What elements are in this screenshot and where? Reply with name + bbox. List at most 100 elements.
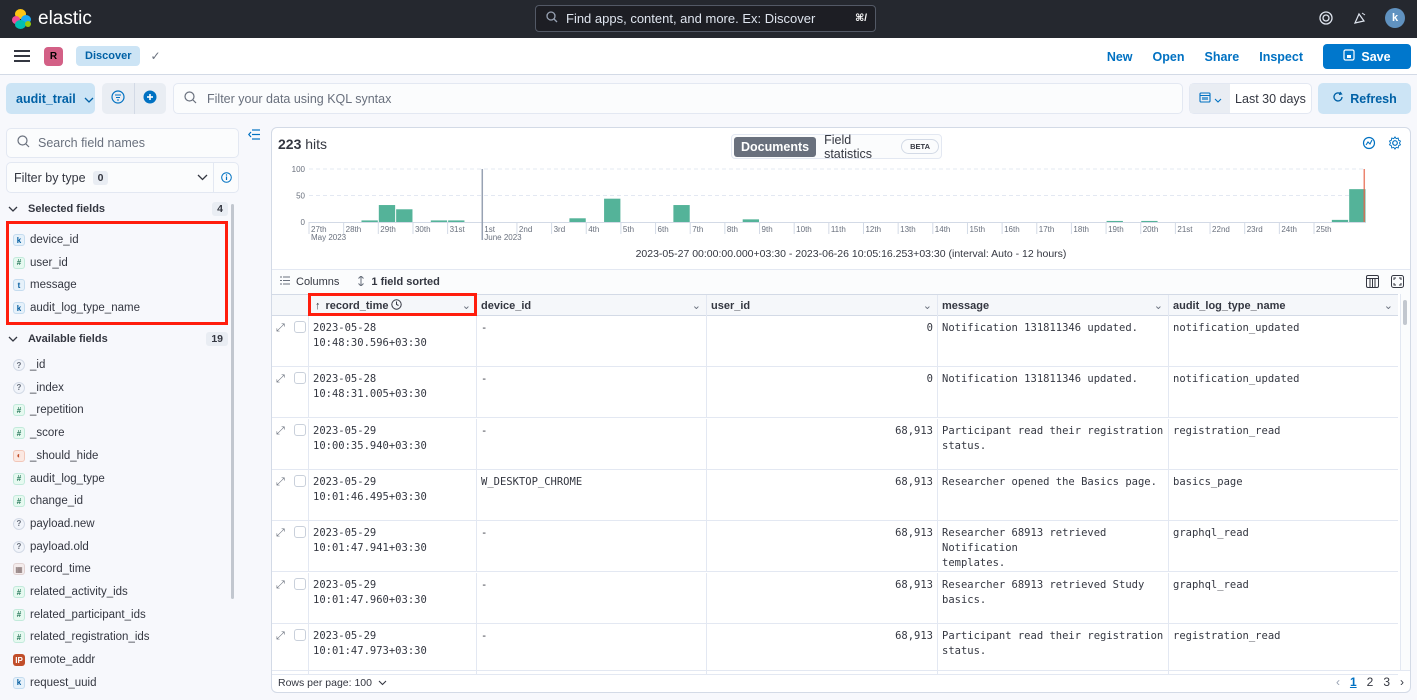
next-page-icon[interactable]: › (1400, 675, 1404, 689)
cell-message[interactable]: Researcher opened the Basics page. (937, 469, 1168, 521)
cell-user-id[interactable]: 68,913 (706, 521, 937, 573)
page-3[interactable]: 3 (1383, 675, 1390, 689)
chevron-down-icon[interactable]: ⌄ (1384, 299, 1393, 312)
row-select-checkbox[interactable] (294, 577, 306, 590)
cell-user-id[interactable]: 68,913 (706, 572, 937, 624)
field-item-change-id[interactable]: # change_id (13, 492, 83, 510)
cell-audit-log-type-name[interactable]: notification_updated (1168, 367, 1398, 419)
global-search-input[interactable]: Find apps, content, and more. Ex: Discov… (535, 5, 876, 32)
cell-user-id[interactable]: 68,913 (706, 418, 937, 470)
new-button[interactable]: New (1107, 50, 1133, 64)
field-item-audit-log-type-name[interactable]: k audit_log_type_name (13, 299, 140, 317)
cell-audit-log-type-name[interactable]: registration_read (1168, 418, 1398, 470)
quick-select-button[interactable] (1190, 84, 1230, 113)
cell-record-time[interactable]: 2023-05-28 10:48:30.596+03:30 (308, 316, 476, 367)
cell-user-id[interactable]: 0 (706, 367, 937, 419)
space-avatar[interactable]: R (44, 46, 63, 66)
cell-message[interactable]: Notification 131811346 updated. (937, 367, 1168, 419)
tab-documents[interactable]: Documents (734, 136, 817, 157)
field-item-related-participant-ids[interactable]: # related_participant_ids (13, 606, 146, 624)
cell-device-id[interactable]: - (476, 572, 706, 624)
chevron-down-icon[interactable]: ⌄ (1154, 299, 1163, 312)
breadcrumb-discover[interactable]: Discover (76, 46, 141, 66)
available-fields-toggle[interactable]: Available fields 19 (8, 332, 228, 346)
refresh-button[interactable]: Refresh (1318, 83, 1411, 114)
page-1[interactable]: 1 (1350, 675, 1357, 689)
cell-device-id[interactable]: - (476, 367, 706, 419)
inspect-button[interactable]: Inspect (1259, 50, 1303, 64)
cell-user-id[interactable]: 68,913 (706, 623, 937, 675)
help-icon[interactable] (1317, 9, 1335, 27)
page-2[interactable]: 2 (1367, 675, 1374, 689)
cell-user-id[interactable]: 0 (706, 316, 937, 367)
cell-audit-log-type-name[interactable]: graphql_read (1168, 572, 1398, 624)
cell-audit-log-type-name[interactable]: registration_read (1168, 623, 1398, 675)
field-item-audit-log-type[interactable]: # audit_log_type (13, 470, 105, 488)
column-header-message[interactable]: message ⌄ (937, 295, 1168, 316)
cell-device-id[interactable]: - (476, 316, 706, 367)
cell-record-time[interactable]: 2023-05-28 10:48:31.005+03:30 (308, 367, 476, 419)
cell-device-id[interactable]: - (476, 623, 706, 675)
cell-device-id[interactable]: - (476, 418, 706, 470)
expand-row-icon[interactable]: ⤢ (276, 476, 285, 489)
expand-row-icon[interactable]: ⤢ (276, 630, 285, 643)
density-icon[interactable] (1366, 275, 1379, 291)
column-header-user-id[interactable]: user_id ⌄ (706, 295, 937, 316)
field-item-repetition[interactable]: # _repetition (13, 401, 84, 419)
add-filter-button[interactable] (133, 83, 167, 114)
field-item-record-time[interactable]: ▦ record_time (13, 560, 91, 578)
column-header-audit-log-type-name[interactable]: audit_log_type_name ⌄ (1168, 295, 1398, 316)
expand-row-icon[interactable]: ⤢ (276, 579, 285, 592)
cell-record-time[interactable]: 2023-05-29 10:01:46.495+03:30 (308, 469, 476, 521)
cell-message[interactable]: Researcher 68913 retrieved Notification … (937, 521, 1168, 573)
row-select-checkbox[interactable] (294, 628, 306, 641)
time-range-label[interactable]: Last 30 days (1230, 84, 1311, 113)
cell-record-time[interactable]: 2023-05-29 10:01:47.960+03:30 (308, 572, 476, 624)
data-view-picker[interactable]: audit_trail (6, 83, 95, 114)
collapse-sidebar-icon[interactable] (248, 129, 261, 143)
field-item-payload-old[interactable]: ? payload.old (13, 538, 89, 556)
row-select-checkbox[interactable] (294, 423, 306, 436)
cell-record-time[interactable]: 2023-05-29 10:01:47.973+03:30 (308, 623, 476, 675)
table-scrollbar[interactable] (1403, 300, 1407, 325)
field-item-id[interactable]: ? _id (13, 356, 45, 374)
cell-user-id[interactable]: 68,913 (706, 469, 937, 521)
gear-icon[interactable] (1388, 136, 1402, 153)
column-header-device-id[interactable]: device_id ⌄ (476, 295, 706, 316)
kql-query-input[interactable]: Filter your data using KQL syntax (173, 83, 1183, 114)
chevron-down-icon[interactable]: ⌄ (923, 299, 932, 312)
info-icon[interactable] (213, 163, 238, 192)
save-button[interactable]: Save (1323, 44, 1411, 69)
cell-message[interactable]: Participant read their registration stat… (937, 623, 1168, 675)
row-select-checkbox[interactable] (294, 474, 306, 487)
field-item-related-registration-ids[interactable]: # related_registration_ids (13, 628, 150, 646)
share-button[interactable]: Share (1204, 50, 1239, 64)
cell-message[interactable]: Notification 131811346 updated. (937, 316, 1168, 367)
cell-device-id[interactable]: - (476, 521, 706, 573)
columns-button[interactable]: Columns (280, 276, 339, 288)
user-avatar[interactable]: k (1385, 8, 1405, 28)
rows-per-page-button[interactable]: Rows per page: 100 (278, 677, 387, 689)
field-item-user-id[interactable]: # user_id (13, 254, 68, 272)
date-picker[interactable]: Last 30 days (1189, 83, 1312, 114)
sidebar-scrollbar[interactable] (231, 204, 234, 599)
previous-page-icon[interactable]: ‹ (1336, 675, 1340, 689)
row-select-checkbox[interactable] (294, 321, 306, 333)
field-item-message[interactable]: t message (13, 276, 77, 294)
elastic-logo[interactable]: elastic (12, 8, 92, 30)
field-item-remote-addr[interactable]: IP remote_addr (13, 651, 95, 669)
expand-row-icon[interactable]: ⤢ (276, 527, 285, 540)
cell-audit-log-type-name[interactable]: notification_updated (1168, 316, 1398, 367)
sort-fields-button[interactable]: 1 field sorted (357, 274, 440, 289)
filter-by-type-button[interactable]: Filter by type 0 (6, 162, 239, 193)
field-item-index[interactable]: ? _index (13, 379, 64, 397)
cell-audit-log-type-name[interactable]: graphql_read (1168, 521, 1398, 573)
field-item-device-id[interactable]: k device_id (13, 231, 79, 249)
open-button[interactable]: Open (1153, 50, 1185, 64)
expand-row-icon[interactable]: ⤢ (276, 425, 285, 438)
field-item-score[interactable]: # _score (13, 424, 65, 442)
selected-fields-toggle[interactable]: Selected fields 4 (8, 202, 228, 216)
expand-row-icon[interactable]: ⤢ (276, 373, 285, 386)
chevron-down-icon[interactable]: ⌄ (692, 299, 701, 312)
chart-options-icon[interactable] (1362, 136, 1376, 153)
